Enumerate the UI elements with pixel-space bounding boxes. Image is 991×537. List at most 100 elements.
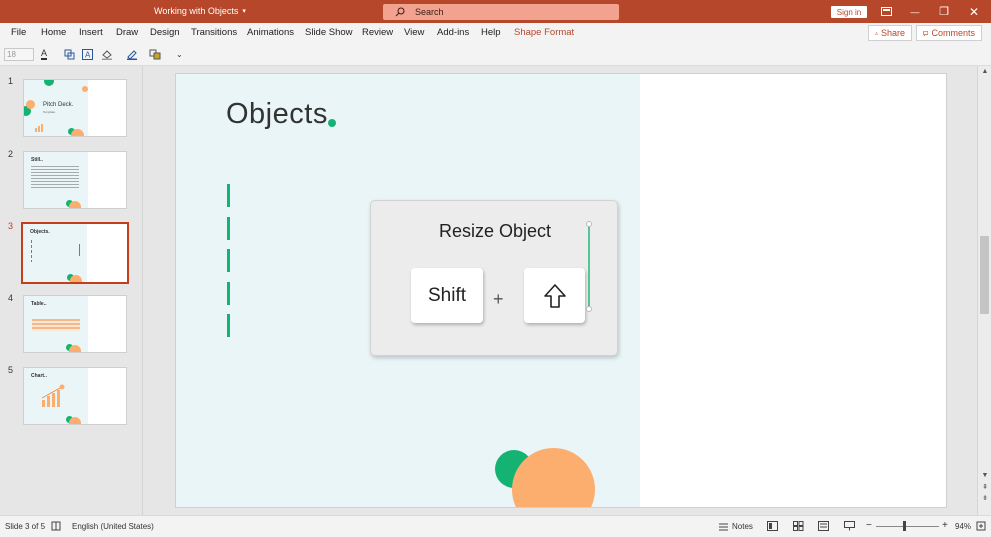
current-slide[interactable]: Objects Resize Object Shift +	[176, 74, 946, 507]
slide-thumbnails-panel: 1 Pitch Deck. Template 2 Still.. 3 Objec…	[0, 66, 143, 515]
zoom-slider-handle[interactable]	[903, 521, 906, 531]
document-title[interactable]: Working with Objects ▾	[154, 6, 246, 16]
fit-to-window-button[interactable]	[976, 521, 986, 531]
slide-thumbnail-4[interactable]: Table..	[23, 295, 127, 353]
comments-button[interactable]: Comments	[916, 25, 982, 41]
quick-toolbar: 18 A A ⌄	[0, 43, 991, 66]
slide-title[interactable]: Objects	[226, 98, 328, 131]
selected-line[interactable]	[588, 225, 590, 309]
restore-button[interactable]: ❐	[935, 3, 953, 20]
menu-design[interactable]: Design	[150, 27, 180, 38]
scroll-up-arrow[interactable]: ▲	[978, 68, 991, 75]
next-slide-button[interactable]: ⇟	[978, 494, 991, 502]
minimize-button[interactable]: —	[906, 3, 924, 20]
zoom-level[interactable]: 94%	[955, 522, 971, 531]
reading-view-icon	[818, 521, 829, 531]
menu-draw[interactable]: Draw	[116, 27, 138, 38]
normal-view-icon	[767, 521, 778, 531]
slide-sorter-button[interactable]	[793, 521, 804, 531]
font-size-select[interactable]: 18	[4, 48, 34, 61]
status-bar: Slide 3 of 5 English (United States) Not…	[0, 515, 991, 537]
green-dash[interactable]	[227, 249, 230, 272]
thumbnail-title: Still..	[31, 157, 43, 163]
thumbnail-decoration	[82, 86, 88, 92]
thumbnail-title: Chart..	[31, 373, 47, 379]
resize-object-card[interactable]: Resize Object Shift +	[370, 200, 618, 356]
green-dash[interactable]	[227, 184, 230, 207]
book-icon	[51, 521, 61, 531]
menu-transitions[interactable]: Transitions	[191, 27, 237, 38]
menu-shape-format[interactable]: Shape Format	[514, 27, 574, 38]
menu-review[interactable]: Review	[362, 27, 393, 38]
search-input[interactable]: Search	[383, 4, 619, 20]
menu-add-ins[interactable]: Add-ins	[437, 27, 469, 38]
chevron-down-icon: ▾	[242, 8, 246, 15]
green-dash[interactable]	[227, 314, 230, 337]
arrange-button[interactable]	[149, 48, 161, 61]
sign-in-button[interactable]: Sign in	[831, 6, 867, 18]
thumbnail-decoration	[26, 100, 35, 109]
thumbnail-subtitle: Template	[43, 110, 56, 114]
share-label: Share	[880, 28, 905, 38]
slide-thumbnail-1[interactable]: Pitch Deck. Template	[23, 79, 127, 137]
text-box-button[interactable]: A	[82, 48, 93, 61]
resize-handle[interactable]	[586, 221, 592, 227]
thumbnail-table	[32, 319, 80, 331]
spellcheck-button[interactable]	[51, 521, 61, 531]
menu-view[interactable]: View	[404, 27, 424, 38]
menu-help[interactable]: Help	[481, 27, 501, 38]
menu-home[interactable]: Home	[41, 27, 66, 38]
slide-show-button[interactable]	[844, 521, 855, 531]
slide-canvas: Objects Resize Object Shift +	[143, 66, 977, 515]
thumbnail-decoration	[69, 201, 81, 208]
thumbnail-text-lines	[31, 166, 79, 190]
shape-fill-button[interactable]	[101, 48, 113, 61]
zoom-slider[interactable]	[876, 526, 939, 527]
green-dash[interactable]	[227, 217, 230, 240]
zoom-in-button[interactable]: +	[942, 520, 948, 531]
share-button[interactable]: Share	[868, 25, 912, 41]
notes-label: Notes	[732, 522, 753, 531]
customize-toolbar-button[interactable]: ⌄	[176, 48, 183, 61]
pen-icon	[127, 50, 137, 60]
close-button[interactable]: ✕	[965, 3, 983, 20]
duplicate-icon	[64, 49, 75, 60]
zoom-out-button[interactable]: −	[866, 520, 872, 531]
previous-slide-button[interactable]: ⇞	[978, 483, 991, 491]
slide-thumbnail-3[interactable]: Objects.	[21, 222, 129, 284]
slide-thumbnail-5[interactable]: Chart..	[23, 367, 127, 425]
menu-slide-show[interactable]: Slide Show	[305, 27, 353, 38]
thumbnail-title: Pitch Deck.	[43, 102, 74, 108]
language-indicator[interactable]: English (United States)	[72, 522, 154, 531]
search-placeholder: Search	[415, 7, 444, 17]
vertical-scrollbar[interactable]: ▲ ▼ ⇞ ⇟	[977, 66, 991, 515]
presentation-icon	[844, 521, 855, 531]
search-icon	[395, 7, 405, 17]
shift-key: Shift	[411, 268, 483, 323]
thumbnail-number: 2	[8, 149, 14, 159]
notes-button[interactable]: Notes	[718, 522, 753, 531]
resize-handle[interactable]	[586, 306, 592, 312]
shape-outline-button[interactable]	[126, 48, 138, 61]
menu-insert[interactable]: Insert	[79, 27, 103, 38]
green-dash[interactable]	[227, 282, 230, 305]
thumbnail-chart-icon	[41, 384, 65, 407]
thumbnail-title: Objects.	[30, 229, 50, 235]
thumbnail-number: 4	[8, 293, 14, 303]
grid-icon	[793, 521, 804, 531]
ribbon-display-button[interactable]	[877, 3, 895, 20]
scrollbar-thumb[interactable]	[980, 236, 989, 314]
slide-thumbnail-2[interactable]: Still..	[23, 151, 127, 209]
thumbnail-decoration	[69, 345, 81, 352]
duplicate-button[interactable]	[64, 48, 75, 61]
menu-animations[interactable]: Animations	[247, 27, 294, 38]
fit-window-icon	[976, 521, 986, 531]
reading-view-button[interactable]	[818, 521, 829, 531]
normal-view-button[interactable]	[767, 521, 778, 531]
menu-file[interactable]: File	[11, 27, 26, 38]
share-icon	[875, 31, 878, 35]
font-color-button[interactable]: A	[41, 48, 48, 61]
scroll-down-arrow[interactable]: ▼	[978, 472, 991, 479]
thumbnail-decoration	[70, 275, 82, 282]
comments-label: Comments	[931, 28, 975, 38]
